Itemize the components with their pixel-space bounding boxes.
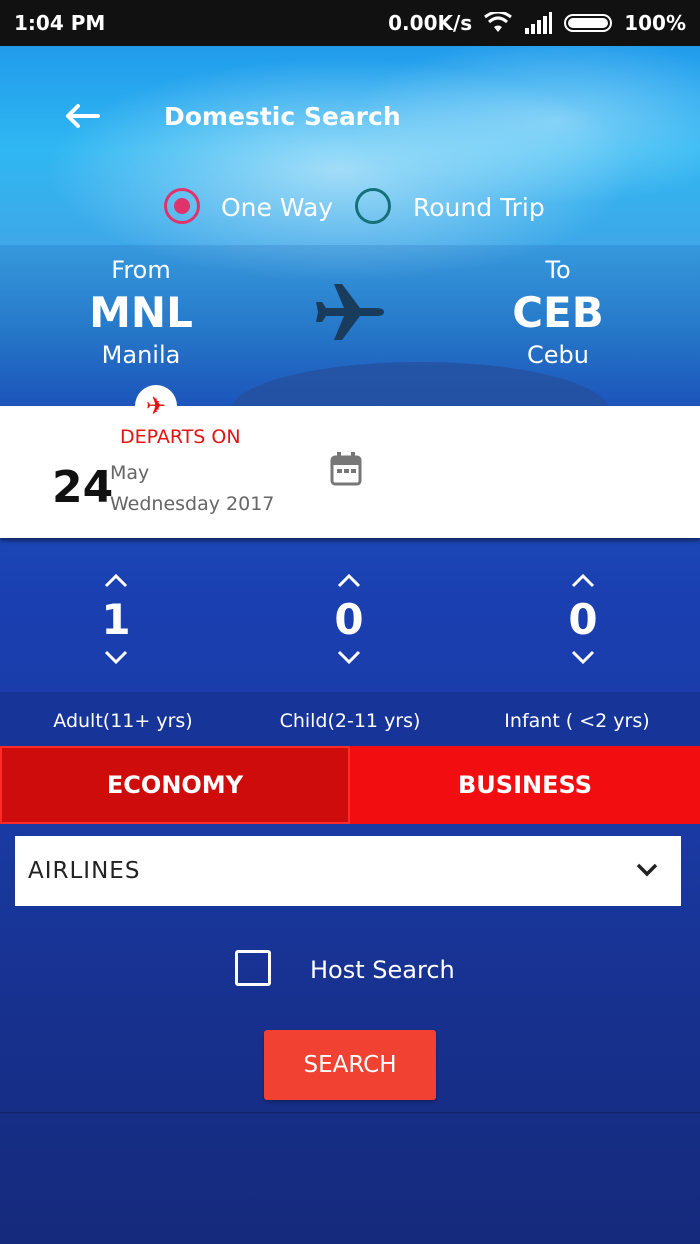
destination-code: CEB	[512, 288, 604, 337]
departure-date-card[interactable]: DEPARTS ON 24 May Wednesday 2017	[0, 406, 700, 538]
airlines-dropdown[interactable]: AIRLINES	[15, 836, 681, 906]
adult-counter: 1	[66, 568, 166, 672]
airlines-value: AIRLINES	[28, 858, 141, 884]
wifi-icon	[484, 12, 513, 32]
infant-decrement-icon[interactable]	[533, 646, 633, 672]
back-arrow-icon[interactable]	[62, 96, 102, 145]
page-title: Domestic Search	[164, 102, 401, 131]
adult-increment-icon[interactable]	[66, 568, 166, 594]
infant-counter: 0	[533, 568, 633, 672]
plane-icon	[316, 280, 386, 348]
economy-button[interactable]: ECONOMY	[0, 746, 350, 824]
destination-selector[interactable]: To CEB Cebu	[458, 256, 658, 369]
child-increment-icon[interactable]	[299, 568, 399, 594]
status-icons: 0.00K/s 100%	[388, 11, 686, 35]
one-way-label[interactable]: One Way	[221, 193, 333, 222]
from-label: From	[111, 256, 171, 284]
infant-increment-icon[interactable]	[533, 568, 633, 594]
departure-month: May	[110, 462, 150, 484]
app-header: Domestic Search	[0, 90, 700, 150]
one-way-radio[interactable]	[164, 188, 200, 224]
chevron-down-icon	[635, 858, 659, 884]
child-count: 0	[334, 595, 364, 644]
infant-label: Infant ( <2 yrs)	[504, 710, 650, 732]
to-label: To	[545, 256, 571, 284]
infant-count: 0	[568, 595, 598, 644]
origin-city: Manila	[101, 341, 181, 369]
divider	[0, 1112, 700, 1113]
adult-count: 1	[101, 595, 131, 644]
status-time: 1:04 PM	[14, 11, 106, 35]
business-button[interactable]: BUSINESS	[350, 746, 700, 824]
departs-on-label: DEPARTS ON	[120, 426, 241, 448]
departure-weekday-year: Wednesday 2017	[110, 493, 275, 515]
round-trip-label[interactable]: Round Trip	[413, 193, 545, 222]
adult-decrement-icon[interactable]	[66, 646, 166, 672]
adult-label: Adult(11+ yrs)	[53, 710, 193, 732]
departure-plane-icon: ✈	[135, 385, 177, 427]
trip-type-selector: One Way Round Trip	[0, 186, 700, 230]
destination-city: Cebu	[527, 341, 589, 369]
origin-selector[interactable]: From MNL Manila	[41, 256, 241, 369]
child-label: Child(2-11 yrs)	[279, 710, 421, 732]
signal-icon	[525, 12, 553, 34]
child-decrement-icon[interactable]	[299, 646, 399, 672]
departure-day: 24	[52, 462, 114, 513]
calendar-icon[interactable]	[330, 452, 362, 490]
origin-code: MNL	[89, 288, 193, 337]
host-search-checkbox[interactable]	[235, 950, 271, 986]
round-trip-radio[interactable]	[355, 188, 391, 224]
battery-level: 100%	[624, 11, 686, 35]
child-counter: 0	[299, 568, 399, 672]
status-bar: 1:04 PM 0.00K/s 100%	[0, 0, 700, 46]
search-button[interactable]: SEARCH	[264, 1030, 436, 1100]
cabin-class-selector: ECONOMY BUSINESS	[0, 746, 700, 824]
battery-icon	[564, 14, 613, 32]
age-labels-band: Adult(11+ yrs) Child(2-11 yrs) Infant ( …	[0, 692, 700, 746]
network-speed: 0.00K/s	[388, 11, 473, 35]
host-search-label[interactable]: Host Search	[310, 956, 455, 984]
